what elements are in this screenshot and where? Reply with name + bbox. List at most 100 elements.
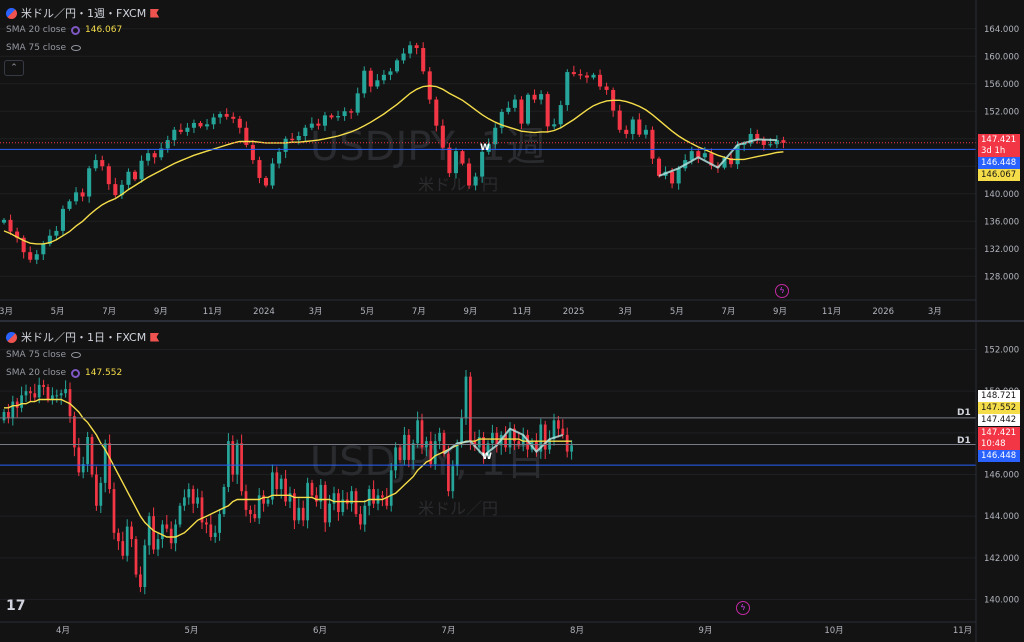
candle-body — [420, 420, 424, 448]
candle-body — [643, 129, 648, 135]
candle-body — [447, 147, 452, 174]
candle-body — [2, 412, 6, 421]
candle-body — [205, 124, 210, 127]
candle-body — [187, 489, 191, 498]
candle-body — [411, 443, 415, 460]
candle-body — [473, 176, 478, 186]
time-tick-label: 11月 — [822, 307, 841, 317]
candle-body — [506, 107, 511, 112]
candle-body — [512, 99, 517, 108]
time-tick-label: 2024 — [253, 307, 275, 317]
bottom-indicator-sma75[interactable]: SMA 75 close — [6, 350, 81, 360]
time-tick-label: 5月 — [51, 307, 65, 317]
candle-body — [552, 420, 556, 440]
candle-body — [768, 144, 773, 146]
candle-body — [558, 105, 563, 125]
price-tick-label: 152.000 — [984, 346, 1019, 356]
candle-body — [60, 208, 65, 231]
bottom-mid-tag: 147.442 — [978, 414, 1020, 426]
candle-body — [306, 482, 309, 521]
time-tick-label: 2025 — [563, 307, 585, 317]
price-tick-label: 142.000 — [984, 554, 1019, 564]
candle-body — [209, 524, 213, 537]
candle-body — [394, 60, 400, 72]
time-tick-label: 11月 — [953, 626, 972, 636]
candle-body — [165, 524, 169, 529]
chart-canvas[interactable]: USDJPY, 1週 米ドル／円 USDJPY, 1日 米ドル／円 W W 16… — [0, 0, 1024, 642]
time-tick-label: 9月 — [154, 307, 168, 317]
candle-body — [630, 119, 635, 134]
candle-body — [59, 393, 63, 396]
flag-mark-icon[interactable] — [150, 332, 160, 342]
candle-body — [37, 384, 41, 398]
candle-body — [565, 72, 570, 106]
candle-body — [143, 545, 147, 587]
time-tick-label: 5月 — [360, 307, 374, 317]
hidden-eye-icon[interactable] — [71, 45, 81, 51]
candle-body — [408, 45, 413, 54]
candle-body — [440, 125, 445, 148]
candle-body — [191, 122, 196, 128]
top-chart-title[interactable]: 米ドル／円・1週・FXCM — [21, 5, 146, 21]
candle-body — [434, 99, 439, 126]
bottom-chart-title[interactable]: 米ドル／円・1日・FXCM — [21, 329, 146, 345]
flag-mark-icon[interactable] — [150, 8, 160, 18]
candle-body — [253, 514, 257, 519]
top-chart-header[interactable]: 米ドル／円・1週・FXCM — [6, 5, 160, 21]
indicator-value: 146.067 — [85, 25, 123, 35]
candle-body — [90, 437, 94, 475]
candle-body — [414, 45, 419, 48]
candle-body — [86, 437, 89, 465]
candle-body — [191, 489, 195, 504]
candle-body — [561, 428, 565, 435]
candle-body — [130, 526, 133, 540]
candle-body — [112, 489, 116, 533]
level-label-upper: D1 — [957, 408, 971, 418]
top-watermark-sub: 米ドル／円 — [418, 175, 498, 194]
candle-body — [362, 70, 367, 94]
candle-body — [337, 493, 340, 512]
candle-body — [117, 532, 120, 542]
tradingview-logo[interactable]: 17 — [6, 598, 25, 614]
candle-body — [565, 434, 569, 452]
candle-body — [637, 119, 642, 135]
usdjpy-flag-icon — [6, 7, 17, 19]
candle-body — [41, 243, 46, 255]
candle-body — [277, 151, 282, 164]
candle-body — [20, 395, 23, 408]
candle-body — [451, 466, 455, 492]
hidden-eye-icon[interactable] — [71, 352, 81, 358]
time-tick-label: 6月 — [313, 626, 327, 636]
top-indicator-sma20[interactable]: SMA 20 close 146.067 — [6, 25, 122, 35]
lightning-alert-icon[interactable]: ϟ — [736, 601, 750, 615]
candle-body — [290, 138, 295, 141]
candle-body — [80, 192, 85, 197]
time-tick-label: 3月 — [0, 307, 13, 317]
candle-body — [689, 151, 694, 161]
bottom-chart-header[interactable]: 米ドル／円・1日・FXCM — [6, 329, 160, 345]
bottom-high-tag: 148.721 — [978, 390, 1020, 402]
collapse-legend-button[interactable]: ⌃ — [4, 60, 24, 76]
candle-body — [270, 163, 275, 186]
time-tick-label: 4月 — [56, 626, 70, 636]
lightning-alert-icon[interactable]: ϟ — [775, 284, 789, 298]
candle-body — [185, 127, 190, 132]
settings-icon[interactable] — [71, 368, 80, 378]
candle-body — [218, 514, 221, 533]
candle-body — [235, 443, 239, 475]
candle-body — [309, 123, 314, 128]
bottom-countdown-tag: 10:48 — [978, 438, 1020, 450]
candle-body — [363, 505, 367, 525]
candle-body — [571, 72, 576, 75]
candle-body — [46, 387, 50, 400]
candle-body — [28, 252, 33, 260]
top-indicator-sma75[interactable]: SMA 75 close — [6, 43, 81, 53]
candle-body — [398, 447, 402, 460]
bottom-indicator-sma20[interactable]: SMA 20 close 147.552 — [6, 368, 122, 378]
candle-body — [93, 160, 98, 169]
candle-body — [545, 94, 550, 127]
top-blue-line-tag: 146.448 — [978, 157, 1020, 169]
candle-body — [147, 516, 151, 546]
candle-body — [95, 474, 98, 506]
settings-icon[interactable] — [71, 25, 80, 35]
